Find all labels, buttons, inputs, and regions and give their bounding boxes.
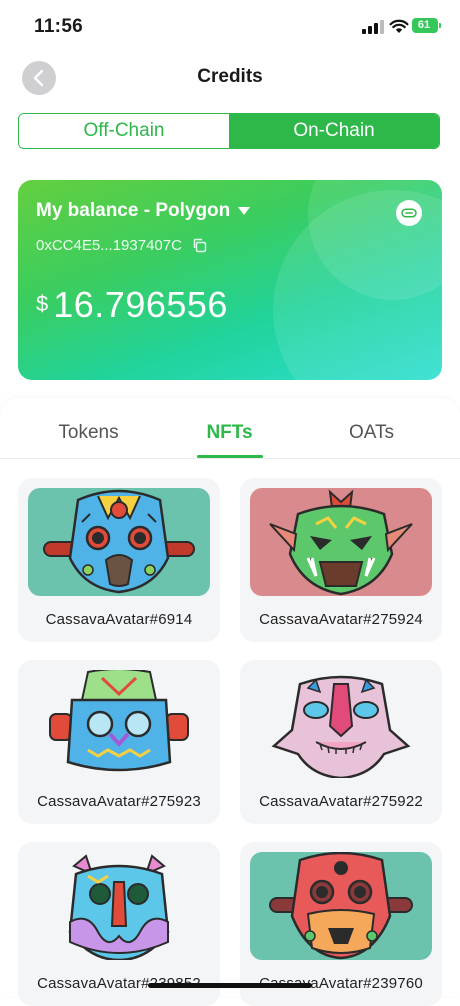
copy-icon[interactable]	[192, 238, 207, 253]
signal-icon	[362, 20, 384, 34]
nft-card[interactable]: CassavaAvatar#275922	[240, 660, 442, 824]
nft-card[interactable]: CassavaAvatar#275924	[240, 478, 442, 642]
tab-oats[interactable]: OATs	[295, 422, 448, 444]
nft-image	[28, 488, 210, 596]
status-time: 11:56	[34, 16, 84, 37]
wallet-address-row: 0xCC4E5...1937407C	[36, 237, 207, 254]
caret-down-icon	[238, 207, 251, 215]
balance-label: My balance - Polygon	[36, 200, 231, 221]
battery-tip	[439, 23, 441, 28]
nft-card[interactable]: CassavaAvatar#6914	[18, 478, 220, 642]
nft-name: CassavaAvatar#6914	[45, 611, 193, 628]
nft-name: CassavaAvatar#275924	[259, 611, 423, 628]
nft-image	[250, 852, 432, 960]
assets-sheet: Tokens NFTs OATs CassavaAvatar#6914 Cass…	[0, 398, 460, 1006]
nft-image	[28, 670, 210, 778]
nft-name: CassavaAvatar#275923	[37, 793, 201, 810]
tab-tokens[interactable]: Tokens	[12, 422, 165, 444]
nft-image	[250, 488, 432, 596]
nft-card[interactable]: CassavaAvatar#239852	[18, 842, 220, 1006]
tab-nfts[interactable]: NFTs	[153, 422, 306, 444]
off-chain-tab[interactable]: Off-Chain	[19, 114, 229, 148]
wifi-icon	[389, 19, 409, 33]
battery-level: 61	[417, 19, 431, 31]
currency-symbol: $	[36, 291, 49, 316]
link-button[interactable]	[396, 200, 422, 226]
chain-segmented-control: Off-Chain On-Chain	[18, 113, 440, 149]
balance-value: 16.796556	[53, 284, 228, 325]
nft-image	[28, 852, 210, 960]
active-tab-indicator	[197, 455, 263, 458]
asset-tabs: Tokens NFTs OATs	[0, 398, 460, 459]
network-selector[interactable]: My balance - Polygon	[36, 200, 251, 222]
on-chain-tab[interactable]: On-Chain	[229, 114, 439, 148]
link-icon	[401, 208, 417, 218]
wallet-address: 0xCC4E5...1937407C	[36, 237, 182, 254]
nft-card[interactable]: CassavaAvatar#275923	[18, 660, 220, 824]
balance-amount: $ 16.796556	[36, 284, 228, 326]
nft-name: CassavaAvatar#275922	[259, 793, 423, 810]
balance-card: My balance - Polygon 0xCC4E5...1937407C …	[18, 180, 442, 380]
nft-card[interactable]: CassavaAvatar#239760	[240, 842, 442, 1006]
nft-image	[250, 670, 432, 778]
home-indicator	[148, 983, 312, 988]
battery-icon: 61	[412, 18, 438, 33]
page-title: Credits	[197, 66, 263, 87]
status-bar: 11:56 61	[0, 0, 460, 54]
